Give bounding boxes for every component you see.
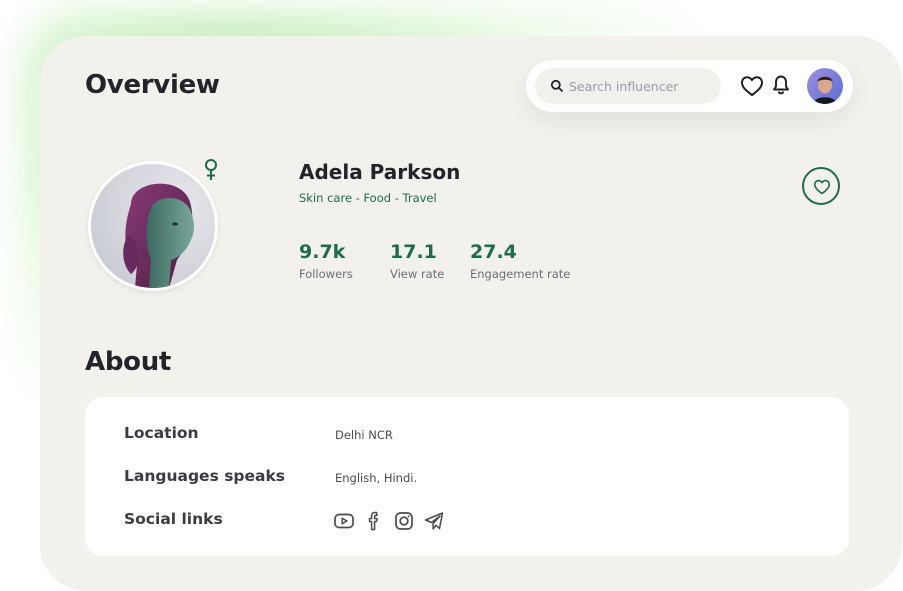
female-symbol-icon <box>205 159 217 180</box>
stat-label: Followers <box>299 267 353 281</box>
facebook-icon[interactable] <box>363 510 385 532</box>
stat-followers: 9.7k Followers <box>299 241 353 281</box>
search-input[interactable] <box>569 68 714 104</box>
stat-label: View rate <box>390 267 445 281</box>
page: Overview Search influencer Adela Parkson… <box>0 0 903 591</box>
profile-name: Adela Parkson <box>299 160 461 184</box>
heart-icon[interactable] <box>740 75 764 97</box>
stat-engagement-rate: 27.4 Engagement rate <box>470 241 570 281</box>
stat-value: 17.1 <box>390 241 437 263</box>
search-box[interactable] <box>535 68 721 104</box>
youtube-icon[interactable] <box>333 510 355 532</box>
languages-value: English, Hindi. <box>335 471 418 485</box>
languages-label: Languages speaks <box>124 467 286 485</box>
user-avatar[interactable] <box>807 68 843 104</box>
about-panel: Location Delhi NCR Languages speaks Engl… <box>85 397 849 556</box>
profile-tags: Skin care - Food - Travel <box>299 191 437 205</box>
social-links-label: Social links <box>124 510 223 528</box>
profile-photo <box>88 161 218 291</box>
page-title: Overview <box>85 70 220 100</box>
stat-label: Engagement rate <box>470 267 571 281</box>
heart-icon <box>813 179 831 195</box>
location-label: Location <box>124 424 199 442</box>
stat-value: 27.4 <box>470 241 517 263</box>
stat-view-rate: 17.1 View rate <box>390 241 444 281</box>
instagram-icon[interactable] <box>393 510 415 532</box>
top-bar <box>526 60 853 112</box>
search-icon <box>550 79 563 92</box>
location-value: Delhi NCR <box>335 428 393 442</box>
telegram-icon[interactable] <box>423 510 445 532</box>
favorite-button[interactable] <box>802 167 840 205</box>
overview-card: Overview Search influencer Adela Parkson… <box>40 36 902 591</box>
about-title: About <box>85 347 172 377</box>
bell-icon[interactable] <box>771 74 791 96</box>
stat-value: 9.7k <box>299 241 346 263</box>
